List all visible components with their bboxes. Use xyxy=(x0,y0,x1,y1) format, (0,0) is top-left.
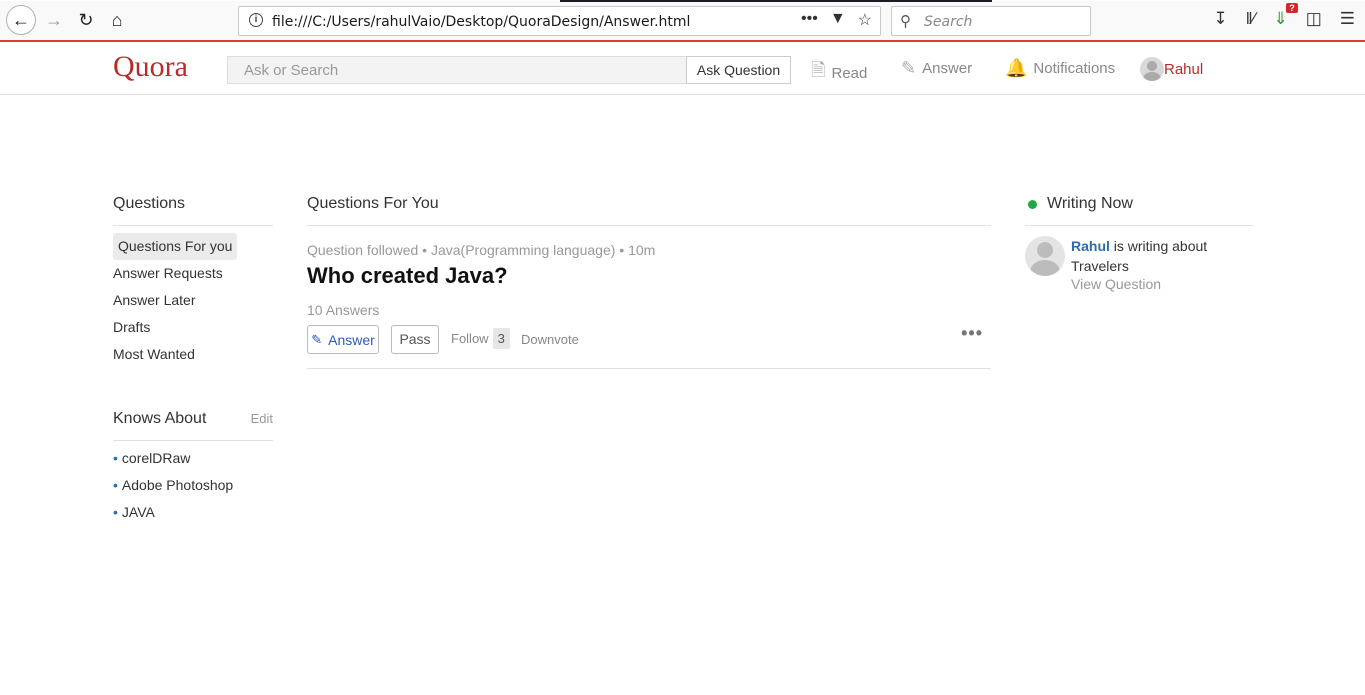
nav-read[interactable]: 🗎 Read xyxy=(811,58,867,88)
browser-tools: ↧ ‖∕ ⇓? ◫ ☰ xyxy=(1213,3,1355,29)
avatar xyxy=(1140,57,1164,81)
online-status-icon xyxy=(1028,199,1037,209)
topic-label: Adobe Photoshop xyxy=(121,477,234,493)
sidebar-item-most-wanted[interactable]: Most Wanted xyxy=(113,341,273,368)
knows-about-title: Knows About xyxy=(113,410,207,427)
follow-button[interactable]: Follow 3 xyxy=(451,328,510,349)
info-icon[interactable]: i xyxy=(249,13,263,27)
edit-link[interactable]: Edit xyxy=(251,411,273,426)
writing-now-panel: Writing Now Rahul is writing about Trave… xyxy=(1025,195,1253,292)
ask-search-input[interactable]: Ask or Search xyxy=(227,56,687,84)
bullet-icon: • xyxy=(113,450,118,466)
library-icon[interactable]: ‖∕ xyxy=(1246,9,1256,29)
nav-answer[interactable]: ✎ Answer xyxy=(901,58,972,79)
quora-logo[interactable]: Quora xyxy=(113,50,188,84)
follow-label: Follow xyxy=(451,331,489,346)
reload-icon[interactable]: ↻ xyxy=(72,6,100,34)
writer-name[interactable]: Rahul xyxy=(1071,238,1110,254)
browser-toolbar: ← → ↻ ⌂ i file:///C:/Users/rahulVaio/Des… xyxy=(0,0,1365,42)
topic-label: JAVA xyxy=(121,504,155,520)
pencil-icon: ✎ xyxy=(311,331,323,347)
bullet-icon: • xyxy=(113,477,118,493)
writing-description: Rahul is writing about Travelers xyxy=(1071,236,1253,276)
knows-about-header: Knows About Edit xyxy=(113,410,273,441)
main-feed: Questions For You Question followed • Ja… xyxy=(307,195,991,369)
question-title[interactable]: Who created Java? xyxy=(307,263,991,289)
question-actions: ✎ Answer Pass Follow 3 Downvote ••• xyxy=(307,323,991,369)
download-icon[interactable]: ↧ xyxy=(1213,9,1227,29)
page-actions-icon[interactable]: ••• xyxy=(801,10,818,30)
pass-button[interactable]: Pass xyxy=(391,325,439,354)
nav-notifications-label: Notifications xyxy=(1033,60,1116,77)
more-options-icon[interactable]: ••• xyxy=(961,323,983,344)
writing-item: Rahul is writing about Travelers View Qu… xyxy=(1025,236,1253,292)
document-icon: 🗎 xyxy=(811,60,826,80)
back-arrow-icon[interactable]: ← xyxy=(6,5,36,35)
feed-title: Questions For You xyxy=(307,195,991,226)
nav-answer-label: Answer xyxy=(922,60,973,77)
bullet-icon: • xyxy=(113,504,118,520)
profile-menu[interactable]: Rahul xyxy=(1140,57,1203,81)
sidebar-list: Questions For you Answer Requests Answer… xyxy=(113,230,273,368)
sidebar-item-drafts[interactable]: Drafts xyxy=(113,314,273,341)
topic-list: • corelDRaw • Adobe Photoshop • JAVA xyxy=(113,445,273,526)
browser-search-input[interactable]: ⚲ Search xyxy=(891,6,1091,36)
sidebar-title: Questions xyxy=(113,195,273,226)
writing-details: Rahul is writing about Travelers View Qu… xyxy=(1071,236,1253,292)
answer-button-label: Answer xyxy=(328,331,375,348)
follow-count: 3 xyxy=(492,328,510,349)
writing-now-title: Writing Now xyxy=(1047,195,1133,212)
extension-badge: ? xyxy=(1286,3,1298,13)
downvote-button[interactable]: Downvote xyxy=(521,332,579,347)
address-bar[interactable]: i file:///C:/Users/rahulVaio/Desktop/Quo… xyxy=(238,6,881,36)
sidebar-item-answer-later[interactable]: Answer Later xyxy=(113,287,273,314)
knows-about-section: Knows About Edit • corelDRaw • Adobe Photo… xyxy=(113,410,273,526)
topic-item[interactable]: • JAVA xyxy=(113,499,273,526)
avatar[interactable] xyxy=(1025,236,1065,276)
view-question-link[interactable]: View Question xyxy=(1071,276,1253,292)
answer-count[interactable]: 10 Answers xyxy=(307,302,991,318)
question-meta: Question followed • Java(Programming lan… xyxy=(307,242,656,258)
sidebar-icon[interactable]: ◫ xyxy=(1306,9,1322,29)
sidebar-item-questions-for-you[interactable]: Questions For you xyxy=(113,233,238,260)
browser-search-placeholder: Search xyxy=(924,14,973,30)
answer-button[interactable]: ✎ Answer xyxy=(307,325,379,354)
ask-question-button[interactable]: Ask Question xyxy=(686,56,791,84)
topic-item[interactable]: • corelDRaw xyxy=(113,445,273,472)
nav-notifications[interactable]: 🔔 Notifications xyxy=(1005,58,1115,79)
profile-name: Rahul xyxy=(1164,60,1204,78)
forward-arrow-icon[interactable]: → xyxy=(40,6,68,34)
tab-strip-line xyxy=(0,0,1365,2)
menu-icon[interactable]: ☰ xyxy=(1340,9,1355,29)
left-sidebar: Questions Questions For you Answer Reque… xyxy=(113,195,273,526)
pencil-icon: ✎ xyxy=(901,58,917,78)
writing-now-header: Writing Now xyxy=(1025,195,1253,226)
url-text: file:///C:/Users/rahulVaio/Desktop/Quora… xyxy=(272,14,691,30)
topic-label: corelDRaw xyxy=(121,450,191,466)
bookmark-star-icon[interactable]: ☆ xyxy=(858,10,872,30)
nav-read-label: Read xyxy=(831,64,868,82)
bell-icon: 🔔 xyxy=(1005,58,1028,78)
home-icon[interactable]: ⌂ xyxy=(103,6,131,34)
url-actions: ••• ▼ ☆ xyxy=(801,10,872,30)
sidebar-item-answer-requests[interactable]: Answer Requests xyxy=(113,260,273,287)
extension-download-icon[interactable]: ⇓? xyxy=(1273,3,1298,29)
search-icon: ⚲ xyxy=(900,13,911,30)
pocket-icon[interactable]: ▼ xyxy=(830,10,846,30)
topic-item[interactable]: • Adobe Photoshop xyxy=(113,472,273,499)
site-header: Quora Ask or Search Ask Question 🗎 Read … xyxy=(0,44,1365,95)
